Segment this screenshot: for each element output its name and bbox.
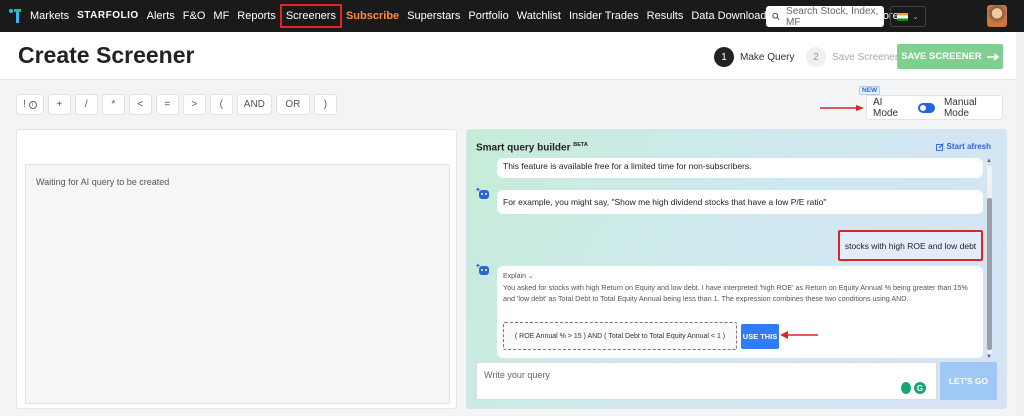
operator-equals-button[interactable]: =	[155, 94, 179, 115]
nav-starfolio[interactable]: STARFOLIO	[73, 0, 143, 32]
query-editor[interactable]: Waiting for AI query to be created	[25, 164, 450, 404]
step-number: 1	[714, 47, 734, 67]
chat-area: This feature is available free for a lim…	[467, 158, 997, 361]
operator-greater-than-button[interactable]: >	[182, 94, 206, 115]
scroll-thumb[interactable]	[987, 198, 992, 350]
nav-screeners[interactable]: Screeners	[279, 4, 342, 28]
beta-badge: BETA	[573, 142, 588, 148]
operator-toolbar: ! i + / * < = > ( AND OR )	[16, 94, 337, 115]
bot-avatar-icon: ✦	[475, 262, 491, 278]
chevron-down-icon: ⌄	[912, 12, 919, 21]
operator-multiply-button[interactable]: *	[101, 94, 125, 115]
page-title: Create Screener	[18, 42, 195, 68]
nav-watchlist[interactable]: Watchlist	[513, 0, 565, 32]
query-input[interactable]: Write your query G	[476, 362, 937, 400]
top-nav: Markets STARFOLIO Alerts F&O MF Reports …	[0, 0, 1024, 32]
operator-or-button[interactable]: OR	[275, 94, 310, 115]
chat-scrollbar[interactable]: ▲ ▼	[985, 158, 993, 362]
scroll-down-icon[interactable]: ▼	[986, 354, 992, 360]
nav-insider-trades[interactable]: Insider Trades	[565, 0, 643, 32]
robot-face-icon	[479, 266, 489, 275]
input-assist-icons: G	[901, 382, 926, 394]
annotation-arrow	[780, 331, 818, 339]
nav-fno[interactable]: F&O	[179, 0, 210, 32]
bot-message: This feature is available free for a lim…	[497, 158, 983, 178]
grammarly-icon[interactable]: G	[914, 382, 926, 394]
bot-response: Explain ⌄ You asked for stocks with high…	[497, 266, 983, 358]
nav-superstars[interactable]: Superstars	[403, 0, 464, 32]
step-make-query: 1 Make Query	[714, 47, 794, 67]
smart-query-builder: Smart query builder BETA Start afresh Th…	[466, 129, 1007, 409]
page-header: Create Screener 1 Make Query 2 Save Scre…	[0, 32, 1024, 80]
lets-go-button[interactable]: LET'S GO	[940, 362, 997, 400]
hint-bulb-icon[interactable]	[901, 382, 911, 394]
save-screener-label: SAVE SCREENER	[901, 51, 982, 62]
search-icon	[772, 12, 780, 21]
chevron-down-icon: ⌄	[527, 273, 534, 280]
waiting-message: Waiting for AI query to be created	[36, 177, 170, 187]
info-icon: i	[28, 100, 37, 109]
start-afresh-label: Start afresh	[946, 142, 991, 151]
step-label: Make Query	[740, 51, 795, 63]
nav-markets[interactable]: Markets	[26, 0, 73, 32]
query-placeholder: Write your query	[484, 370, 550, 380]
nav-reports[interactable]: Reports	[233, 0, 280, 32]
manual-mode-label: Manual Mode	[943, 96, 977, 119]
generated-expression: ( ROE Annual % > 15 ) AND ( Total Debt t…	[503, 322, 737, 350]
explain-label: Explain	[503, 273, 526, 280]
builder-title: Smart query builder BETA	[476, 142, 588, 153]
nav-subscribe[interactable]: Subscribe	[342, 0, 403, 32]
annotation-arrow	[820, 105, 864, 111]
edit-icon	[935, 142, 944, 151]
explanation-text: You asked for stocks with high Return on…	[503, 283, 968, 303]
operator-not-button[interactable]: ! i	[16, 94, 44, 115]
step-number: 2	[806, 47, 826, 67]
nav-results[interactable]: Results	[643, 0, 688, 32]
user-message: stocks with high ROE and low debt	[838, 230, 983, 261]
operator-divide-button[interactable]: /	[74, 94, 98, 115]
new-badge: NEW	[859, 86, 881, 95]
expression-row: ( ROE Annual % > 15 ) AND ( Total Debt t…	[503, 322, 779, 350]
mode-switch: AI Mode Manual Mode	[866, 95, 1003, 120]
site-logo[interactable]	[8, 6, 22, 26]
mode-toggle[interactable]	[917, 102, 935, 113]
nav-alerts[interactable]: Alerts	[143, 0, 179, 32]
query-editor-panel: Waiting for AI query to be created	[16, 129, 457, 409]
arrow-right-icon	[986, 52, 999, 61]
step-label: Save Screener	[832, 51, 899, 63]
operator-close-paren-button[interactable]: )	[313, 94, 337, 115]
start-afresh-link[interactable]: Start afresh	[935, 142, 991, 151]
search-placeholder: Search Stock, Index, MF	[786, 5, 879, 28]
explain-toggle[interactable]: Explain ⌄	[503, 272, 977, 280]
india-flag-icon	[897, 12, 909, 21]
step-save-screener: 2 Save Screener	[806, 47, 898, 67]
use-this-button[interactable]: USE THIS	[741, 323, 779, 349]
operator-not-label: !	[23, 99, 26, 110]
builder-title-text: Smart query builder	[476, 142, 571, 154]
operator-less-than-button[interactable]: <	[128, 94, 152, 115]
bot-avatar-icon: ✦	[475, 186, 491, 202]
nav-portfolio[interactable]: Portfolio	[464, 0, 512, 32]
save-screener-button[interactable]: SAVE SCREENER	[897, 44, 1003, 69]
bot-message: For example, you might say, "Show me hig…	[497, 190, 983, 214]
operator-and-button[interactable]: AND	[236, 94, 272, 115]
operator-open-paren-button[interactable]: (	[209, 94, 233, 115]
scroll-up-icon[interactable]: ▲	[986, 158, 992, 164]
avatar[interactable]	[987, 5, 1007, 27]
search-input[interactable]: Search Stock, Index, MF	[766, 5, 884, 28]
page-scrollbar[interactable]	[1016, 32, 1024, 416]
robot-face-icon	[479, 190, 489, 199]
operator-plus-button[interactable]: +	[47, 94, 71, 115]
nav-mf[interactable]: MF	[209, 0, 233, 32]
country-selector[interactable]: ⌄	[890, 6, 926, 27]
ai-mode-label: AI Mode	[873, 96, 899, 119]
